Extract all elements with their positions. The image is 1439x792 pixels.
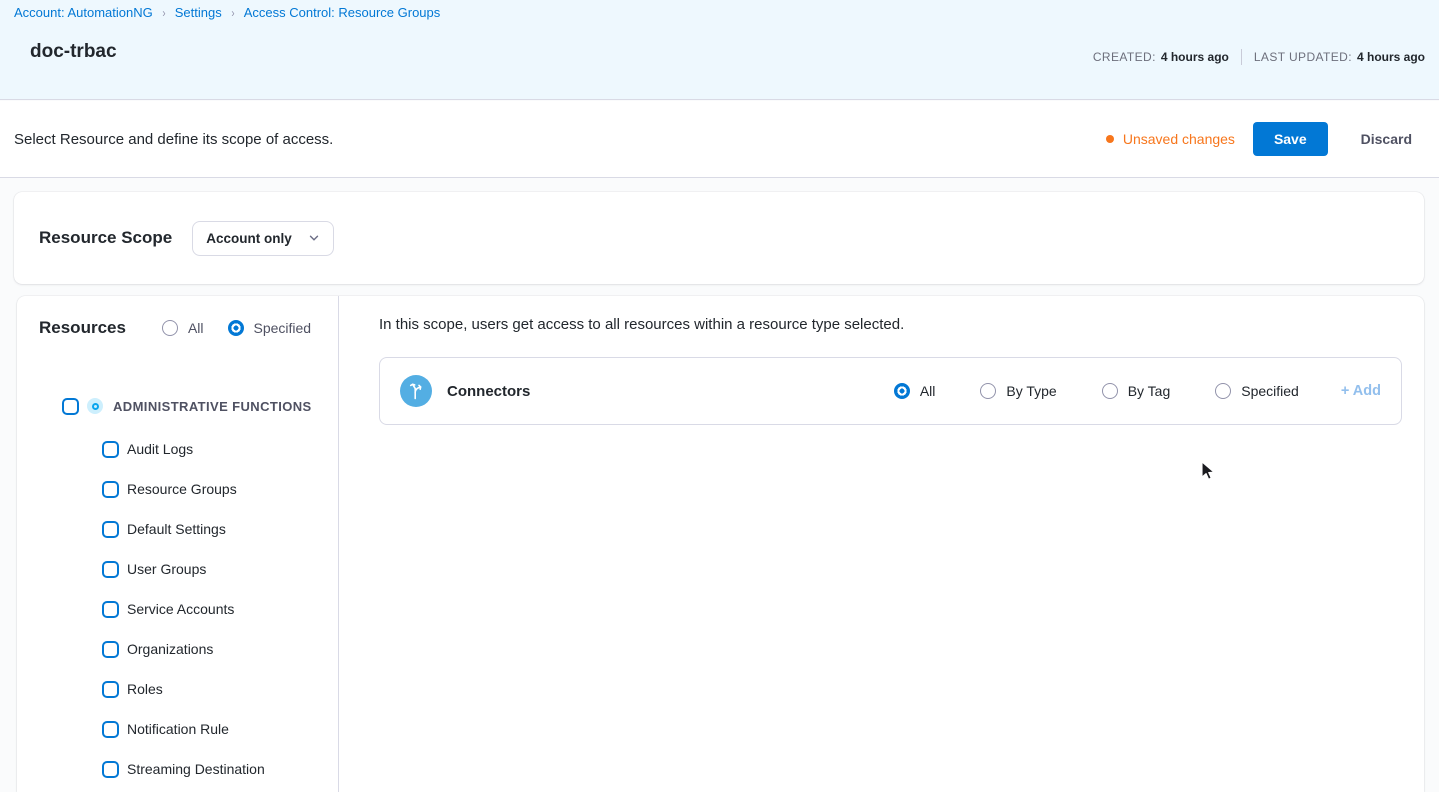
breadcrumb-separator: › <box>231 6 234 20</box>
resource-scope-selected-value: Account only <box>206 231 292 246</box>
checkbox[interactable] <box>102 641 119 658</box>
tree-item-label: User Groups <box>127 561 206 577</box>
breadcrumb-separator: › <box>162 6 165 20</box>
checkbox[interactable] <box>102 681 119 698</box>
tree-group-administrative-functions[interactable]: ADMINISTRATIVE FUNCTIONS <box>17 392 338 420</box>
radio-icon[interactable] <box>1102 383 1118 399</box>
checkbox[interactable] <box>62 398 79 415</box>
group-indicator-icon <box>87 398 103 414</box>
checkbox[interactable] <box>102 721 119 738</box>
resources-panel: Resources All Specified ADMINIST <box>17 296 339 792</box>
connectors-icon <box>400 375 432 407</box>
last-updated-value: 4 hours ago <box>1357 50 1425 64</box>
resources-section: Resources All Specified ADMINIST <box>17 296 1424 792</box>
radio-selected-icon[interactable] <box>894 383 910 399</box>
tree-item-label: Service Accounts <box>127 601 234 617</box>
connectors-radio-all[interactable]: All <box>894 383 936 399</box>
page-title: doc-trbac <box>30 41 117 63</box>
scope-intro-text: In this scope, users get access to all r… <box>379 316 904 333</box>
discard-button[interactable]: Discard <box>1361 131 1412 147</box>
tree-item-organizations[interactable]: Organizations <box>17 629 338 669</box>
connectors-radio-by-tag[interactable]: By Tag <box>1102 383 1171 399</box>
tree-item-label: Audit Logs <box>127 441 193 457</box>
tree-item-label: Notification Rule <box>127 721 229 737</box>
connectors-radio-by-type[interactable]: By Type <box>980 383 1056 399</box>
resources-radio-specified[interactable]: Specified <box>228 320 312 336</box>
resources-title: Resources <box>39 318 126 338</box>
created-label: CREATED: <box>1093 50 1156 64</box>
tree-item-label: Organizations <box>127 641 213 657</box>
connectors-radio-specified-label: Specified <box>1241 383 1299 399</box>
resource-scope-card: Resource Scope Account only <box>14 192 1424 284</box>
meta-divider <box>1241 49 1242 65</box>
add-connectors-button[interactable]: + Add <box>1341 383 1381 399</box>
unsaved-changes-indicator: Unsaved changes <box>1106 131 1235 147</box>
checkbox[interactable] <box>102 761 119 778</box>
tree-item-audit-logs[interactable]: Audit Logs <box>17 429 338 469</box>
scope-detail-panel: In this scope, users get access to all r… <box>340 296 1424 792</box>
main-content: Resource Scope Account only Resources Al… <box>0 178 1439 782</box>
checkbox[interactable] <box>102 561 119 578</box>
connectors-radio-by-tag-label: By Tag <box>1128 383 1171 399</box>
toolbar-actions: Unsaved changes Save Discard <box>1106 122 1412 156</box>
tree-item-label: Default Settings <box>127 521 226 537</box>
action-toolbar: Select Resource and define its scope of … <box>0 101 1439 178</box>
connectors-label: Connectors <box>447 383 530 400</box>
group-label: ADMINISTRATIVE FUNCTIONS <box>113 399 312 414</box>
tree-item-label: Streaming Destination <box>127 761 265 777</box>
radio-icon[interactable] <box>980 383 996 399</box>
tree-item-streaming-destination[interactable]: Streaming Destination <box>17 749 338 789</box>
connectors-radio-specified[interactable]: Specified <box>1215 383 1299 399</box>
tree-item-resource-groups[interactable]: Resource Groups <box>17 469 338 509</box>
radio-selected-icon[interactable] <box>228 320 244 336</box>
save-button[interactable]: Save <box>1253 122 1328 156</box>
radio-icon[interactable] <box>1215 383 1231 399</box>
resources-radio-all-label: All <box>188 320 204 336</box>
tree-item-service-accounts[interactable]: Service Accounts <box>17 589 338 629</box>
connectors-radio-by-type-label: By Type <box>1006 383 1056 399</box>
connectors-row: Connectors All By Type By Tag <box>379 357 1402 425</box>
radio-icon[interactable] <box>162 320 178 336</box>
tree-item-roles[interactable]: Roles <box>17 669 338 709</box>
checkbox[interactable] <box>102 601 119 618</box>
resource-scope-dropdown[interactable]: Account only <box>192 221 334 256</box>
tree-item-notification-rule[interactable]: Notification Rule <box>17 709 338 749</box>
resources-radio-specified-label: Specified <box>254 320 312 336</box>
resources-tree: ADMINISTRATIVE FUNCTIONS Audit Logs Reso… <box>17 392 338 789</box>
last-updated-label: LAST UPDATED: <box>1254 50 1352 64</box>
tree-item-label: Roles <box>127 681 163 697</box>
tree-item-user-groups[interactable]: User Groups <box>17 549 338 589</box>
checkbox[interactable] <box>102 521 119 538</box>
created-value: 4 hours ago <box>1161 50 1229 64</box>
tree-item-label: Resource Groups <box>127 481 237 497</box>
unsaved-dot-icon <box>1106 135 1114 143</box>
checkbox[interactable] <box>102 481 119 498</box>
unsaved-changes-label: Unsaved changes <box>1123 131 1235 147</box>
breadcrumb: Account: AutomationNG › Settings › Acces… <box>14 5 440 20</box>
breadcrumb-account-link[interactable]: Account: AutomationNG <box>14 5 153 20</box>
resource-scope-label: Resource Scope <box>39 228 172 248</box>
breadcrumb-settings-link[interactable]: Settings <box>175 5 222 20</box>
toolbar-description: Select Resource and define its scope of … <box>14 131 333 148</box>
checkbox[interactable] <box>102 441 119 458</box>
tree-item-default-settings[interactable]: Default Settings <box>17 509 338 549</box>
connectors-scope-radios: All By Type By Tag Specified <box>894 383 1299 399</box>
breadcrumb-access-control-link[interactable]: Access Control: Resource Groups <box>244 5 441 20</box>
resource-group-meta: CREATED: 4 hours ago LAST UPDATED: 4 hou… <box>1093 49 1425 65</box>
connectors-radio-all-label: All <box>920 383 936 399</box>
resources-radio-all[interactable]: All <box>162 320 204 336</box>
page-header: Account: AutomationNG › Settings › Acces… <box>0 0 1439 100</box>
chevron-down-icon <box>308 232 320 244</box>
